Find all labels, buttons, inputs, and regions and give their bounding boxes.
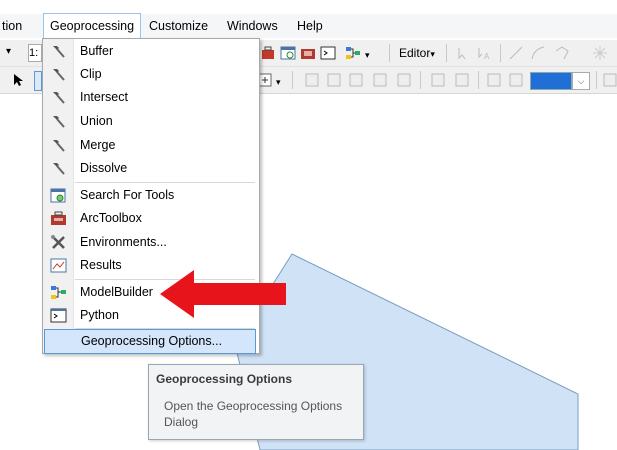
edit-annotation-icon[interactable]: A	[476, 45, 492, 61]
menu-help[interactable]: Help	[291, 14, 329, 38]
menu-item-merge[interactable]: Merge	[44, 134, 256, 157]
toolbox-icon	[51, 211, 66, 225]
search-window-icon[interactable]	[280, 45, 296, 61]
menu-item-arctoolbox[interactable]: ArcToolbox	[44, 207, 256, 230]
color-dropdown[interactable]: ⌵	[572, 72, 590, 90]
toolbar-overflow[interactable]: ▾	[276, 77, 281, 88]
grid-icon[interactable]	[454, 72, 470, 88]
menu-customize[interactable]: Customize	[143, 14, 214, 38]
menu-item-intersect[interactable]: Intersect	[44, 86, 256, 109]
menu-item-label: Dissolve	[80, 161, 128, 175]
menu-item-buffer[interactable]: Buffer	[44, 40, 256, 63]
annotation-arrow	[160, 270, 286, 318]
menu-item-label: ArcToolbox	[80, 211, 142, 225]
menu-item-label: Results	[80, 258, 122, 272]
menu-selection[interactable]: tion	[0, 14, 28, 38]
tooltip: Geoprocessing Options Open the Geoproces…	[148, 364, 364, 440]
layout-icon[interactable]	[486, 72, 502, 88]
tools-wrench-icon	[51, 235, 65, 249]
edit-tool-icon[interactable]	[454, 45, 470, 61]
menu-item-dissolve[interactable]: Dissolve	[44, 157, 256, 180]
toolbar-separator	[596, 71, 597, 89]
results-icon	[50, 258, 67, 273]
toolbar-separator	[446, 44, 447, 62]
toolbox-icon[interactable]	[260, 45, 276, 61]
menu-item-geoprocessing-options[interactable]: Geoprocessing Options...	[44, 329, 256, 354]
editor-menu[interactable]: Editor▾	[399, 46, 435, 60]
menu-item-search-for-tools[interactable]: Search For Tools	[44, 184, 256, 207]
modelbuilder-icon	[51, 286, 66, 299]
color-swatch[interactable]	[530, 72, 572, 90]
menu-windows[interactable]: Windows	[221, 14, 284, 38]
toolbar-separator	[389, 44, 390, 62]
menu-item-label: Buffer	[80, 44, 114, 58]
modelbuilder-icon[interactable]	[345, 45, 361, 61]
menu-item-environments[interactable]: Environments...	[44, 231, 256, 254]
toolbar-separator	[292, 71, 293, 89]
menu-item-union[interactable]: Union	[44, 110, 256, 133]
menu-item-label: Geoprocessing Options...	[81, 334, 223, 348]
trace-icon[interactable]	[554, 45, 570, 61]
layout-icon-2[interactable]	[508, 72, 524, 88]
hammer-icon	[53, 163, 65, 175]
tooltip-title: Geoprocessing Options	[156, 372, 293, 386]
svg-text:A: A	[484, 52, 490, 61]
hammer-icon	[53, 140, 65, 152]
hammer-icon	[53, 69, 65, 81]
toolbar-separator	[500, 44, 501, 62]
hammer-icon	[53, 116, 65, 128]
menu-item-label: Intersect	[80, 90, 128, 104]
menu-item-label: Environments...	[80, 235, 167, 249]
hammer-icon	[53, 46, 65, 58]
toolbar-dropdown-arrow[interactable]: ▾	[6, 46, 11, 57]
menubar: tion Geoprocessing Customize Windows Hel…	[0, 13, 617, 38]
endpoint-arc-icon[interactable]	[530, 45, 546, 61]
straight-segment-icon[interactable]	[508, 45, 524, 61]
zoom-out-fixed-icon[interactable]	[326, 72, 342, 88]
toolbar-separator	[478, 71, 479, 89]
menu-separator	[75, 182, 255, 183]
menu-item-label: Clip	[80, 67, 102, 81]
overflow-icon[interactable]	[602, 72, 617, 88]
zoom-in-fixed-icon[interactable]	[304, 72, 320, 88]
full-extent-icon[interactable]	[372, 72, 388, 88]
menu-item-label: Merge	[80, 138, 116, 152]
scale-field[interactable]: 1:	[28, 44, 42, 62]
search-window-icon	[50, 188, 66, 203]
select-elements-icon[interactable]	[10, 72, 26, 88]
menu-geoprocessing[interactable]: Geoprocessing	[43, 13, 142, 38]
pan-icon[interactable]	[348, 72, 364, 88]
menu-item-clip[interactable]: Clip	[44, 63, 256, 86]
menu-item-label: Python	[80, 308, 119, 322]
page-icon[interactable]	[396, 72, 412, 88]
python-window-icon	[50, 308, 67, 323]
toolbar-overflow[interactable]: ▾	[365, 50, 370, 61]
tooltip-body: Open the Geoprocessing Options Dialog	[164, 399, 343, 429]
menu-item-label: Union	[80, 114, 113, 128]
arctoolbox-icon[interactable]	[300, 45, 316, 61]
table-icon[interactable]	[430, 72, 446, 88]
toolbar-separator	[420, 71, 421, 89]
python-icon[interactable]	[320, 45, 336, 61]
menu-item-label: ModelBuilder	[80, 285, 153, 299]
selected-tool[interactable]	[34, 71, 42, 91]
hammer-icon	[53, 92, 65, 104]
sketch-properties-icon[interactable]	[592, 45, 608, 61]
menu-item-label: Search For Tools	[80, 188, 175, 202]
